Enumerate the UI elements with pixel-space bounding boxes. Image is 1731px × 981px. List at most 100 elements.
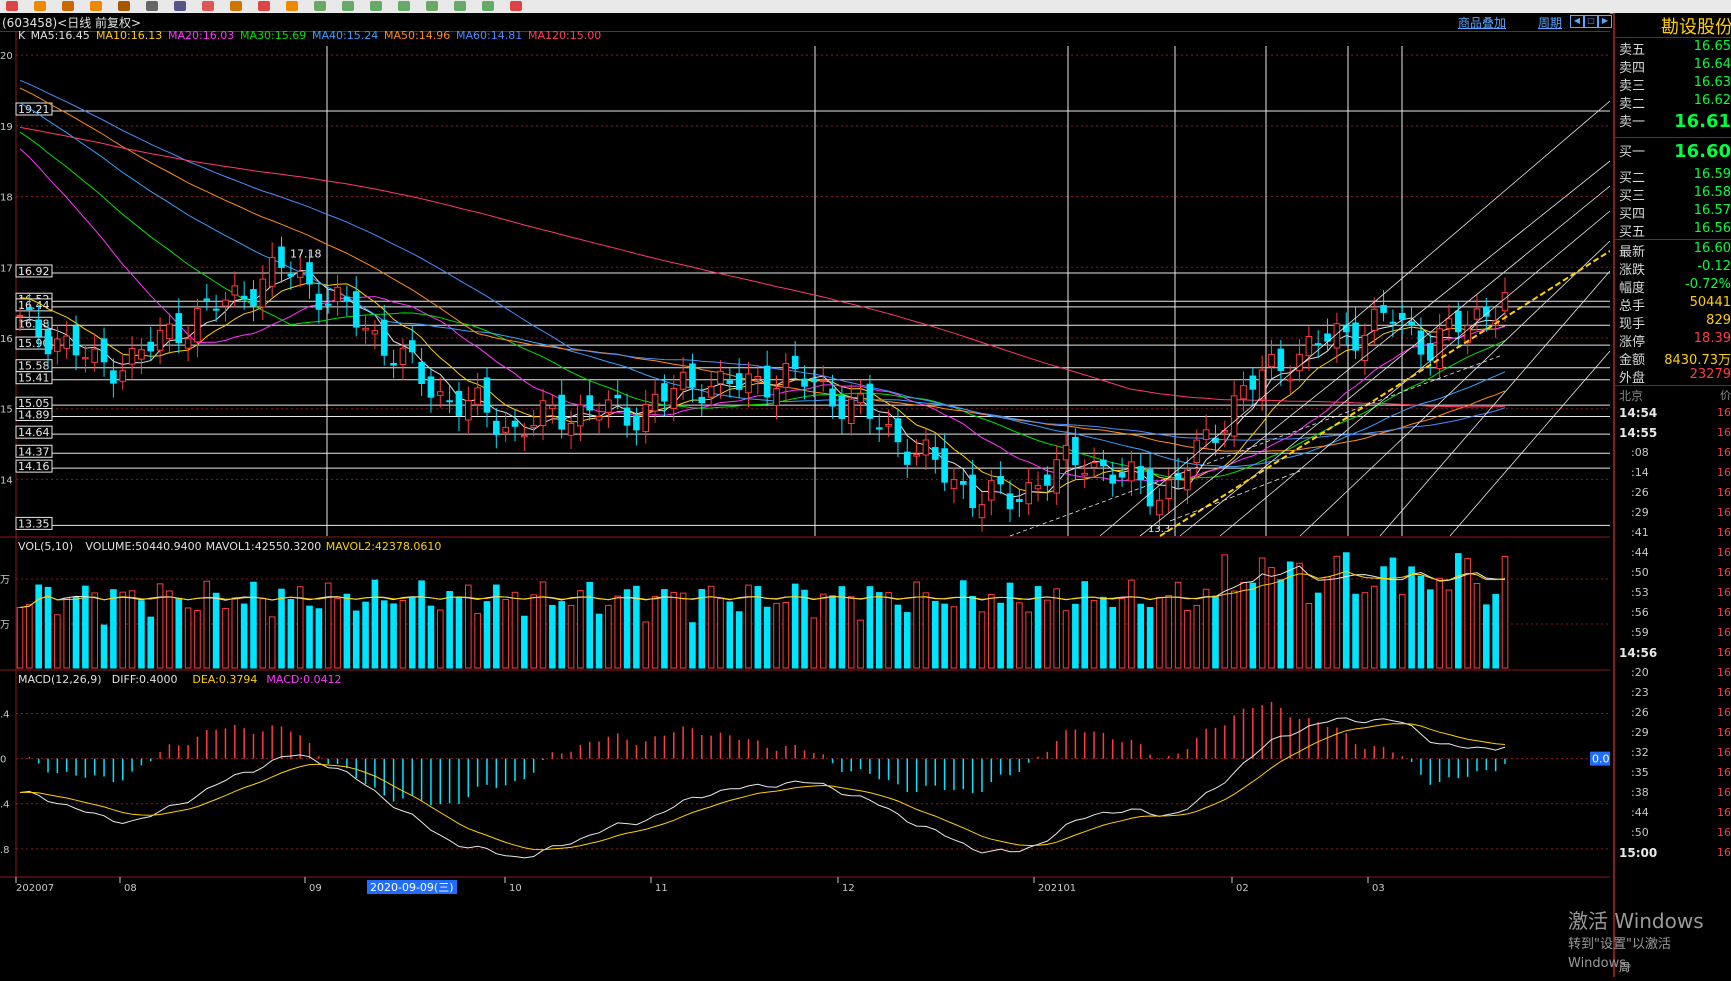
- volume-bar-down[interactable]: [1100, 596, 1107, 669]
- candle-down[interactable]: [558, 394, 566, 430]
- candle-up[interactable]: [1436, 328, 1443, 369]
- volume-bar-up[interactable]: [1230, 590, 1238, 669]
- toolbar-tool-icon[interactable]: [454, 1, 466, 11]
- volume-bar-up[interactable]: [782, 602, 790, 669]
- candle-down[interactable]: [418, 361, 425, 384]
- candle-up[interactable]: [138, 349, 145, 360]
- candle-down[interactable]: [960, 480, 967, 485]
- volume-bar-down[interactable]: [1483, 604, 1490, 669]
- volume-bar-down[interactable]: [1081, 581, 1089, 669]
- candle-down[interactable]: [315, 293, 323, 310]
- volume-bar-down[interactable]: [586, 581, 594, 669]
- candle-up[interactable]: [184, 338, 192, 349]
- candle-up[interactable]: [156, 329, 164, 351]
- candle-up[interactable]: [16, 314, 24, 317]
- candle-down[interactable]: [26, 306, 33, 310]
- volume-bar-up[interactable]: [1268, 567, 1275, 669]
- candle-down[interactable]: [1016, 498, 1023, 503]
- volume-bar-up[interactable]: [1398, 593, 1406, 669]
- candle-down[interactable]: [1389, 321, 1397, 324]
- volume-bar-down[interactable]: [763, 606, 771, 669]
- toolbar-tool-icon[interactable]: [146, 1, 158, 11]
- volume-bar-down[interactable]: [1455, 553, 1462, 669]
- candle-up[interactable]: [1240, 385, 1247, 400]
- volume-bar-up[interactable]: [54, 614, 61, 669]
- candle-up[interactable]: [922, 439, 930, 456]
- volume-bar-down[interactable]: [287, 599, 295, 669]
- volume-bar-down[interactable]: [352, 610, 360, 669]
- toolbar-tool-icon[interactable]: [62, 1, 74, 11]
- candle-up[interactable]: [707, 386, 715, 398]
- volume-bar-down[interactable]: [1006, 582, 1014, 669]
- volume-bar-down[interactable]: [997, 602, 1004, 669]
- volume-bar-down[interactable]: [390, 603, 397, 669]
- candle-up[interactable]: [1445, 318, 1453, 329]
- volume-bar-up[interactable]: [334, 597, 341, 669]
- candle-up[interactable]: [521, 434, 528, 438]
- volume-bar-down[interactable]: [315, 608, 323, 669]
- candle-down[interactable]: [324, 303, 332, 306]
- candle-down[interactable]: [633, 415, 640, 431]
- candle-down[interactable]: [110, 370, 117, 384]
- volume-bar-up[interactable]: [567, 604, 575, 669]
- toolbar-tool-icon[interactable]: [286, 1, 298, 11]
- toolbar-tool-icon[interactable]: [6, 1, 18, 11]
- volume-bar-down[interactable]: [1277, 579, 1285, 669]
- volume-bar-down[interactable]: [371, 579, 379, 669]
- volume-bar-up[interactable]: [502, 599, 509, 669]
- volume-bar-up[interactable]: [1016, 602, 1023, 669]
- volume-bar-up[interactable]: [950, 606, 958, 669]
- volume-bar-down[interactable]: [829, 595, 836, 669]
- toolbar-tool-icon[interactable]: [342, 1, 354, 11]
- volume-bar-down[interactable]: [100, 624, 108, 669]
- volume-bar-up[interactable]: [1436, 577, 1443, 669]
- volume-bar-up[interactable]: [231, 597, 239, 669]
- volume-bar-up[interactable]: [1118, 598, 1126, 669]
- volume-bar-down[interactable]: [35, 584, 42, 669]
- candle-up[interactable]: [436, 391, 444, 396]
- toolbar-tool-icon[interactable]: [174, 1, 186, 11]
- volume-bar-up[interactable]: [184, 607, 192, 669]
- volume-bar-down[interactable]: [931, 600, 939, 669]
- candle-up[interactable]: [1230, 395, 1238, 437]
- volume-bar-down[interactable]: [801, 589, 808, 669]
- volume-bar-up[interactable]: [1184, 609, 1191, 669]
- volume-bar-down[interactable]: [278, 588, 285, 669]
- candle-up[interactable]: [231, 285, 239, 296]
- candle-up[interactable]: [782, 362, 790, 388]
- candle-up[interactable]: [1296, 353, 1303, 372]
- volume-bar-up[interactable]: [1240, 581, 1247, 669]
- volume-bar-down[interactable]: [903, 612, 911, 669]
- candle-up[interactable]: [465, 400, 472, 421]
- candle-up[interactable]: [679, 371, 687, 390]
- candle-up[interactable]: [913, 453, 920, 457]
- volume-bar-up[interactable]: [1044, 599, 1051, 669]
- candle-down[interactable]: [1352, 322, 1359, 351]
- volume-bar-up[interactable]: [26, 604, 33, 669]
- candle-down[interactable]: [941, 448, 948, 483]
- volume-bar-down[interactable]: [418, 580, 425, 669]
- volume-bar-up[interactable]: [913, 581, 920, 669]
- candle-down[interactable]: [866, 383, 874, 419]
- volume-bar-down[interactable]: [427, 605, 435, 669]
- candle-down[interactable]: [1483, 306, 1490, 317]
- volume-bar-down[interactable]: [1408, 566, 1415, 669]
- candle-up[interactable]: [819, 379, 827, 382]
- candle-down[interactable]: [1118, 472, 1126, 478]
- volume-bar-down[interactable]: [1137, 603, 1145, 669]
- volume-bar-up[interactable]: [91, 592, 99, 669]
- candle-up[interactable]: [166, 323, 173, 340]
- volume-bar-up[interactable]: [988, 593, 995, 669]
- volume-bar-up[interactable]: [1501, 555, 1509, 669]
- volume-bar-up[interactable]: [194, 609, 201, 669]
- volume-bar-up[interactable]: [1193, 604, 1201, 669]
- candle-down[interactable]: [586, 395, 594, 411]
- toolbar-tool-icon[interactable]: [398, 1, 410, 11]
- volume-bar-down[interactable]: [969, 595, 976, 669]
- candle-up[interactable]: [1286, 378, 1294, 382]
- volume-bar-up[interactable]: [539, 581, 547, 669]
- volume-bar-down[interactable]: [1417, 575, 1425, 669]
- candle-up[interactable]: [1090, 462, 1098, 468]
- candle-up[interactable]: [54, 338, 61, 352]
- volume-bar-down[interactable]: [483, 601, 491, 669]
